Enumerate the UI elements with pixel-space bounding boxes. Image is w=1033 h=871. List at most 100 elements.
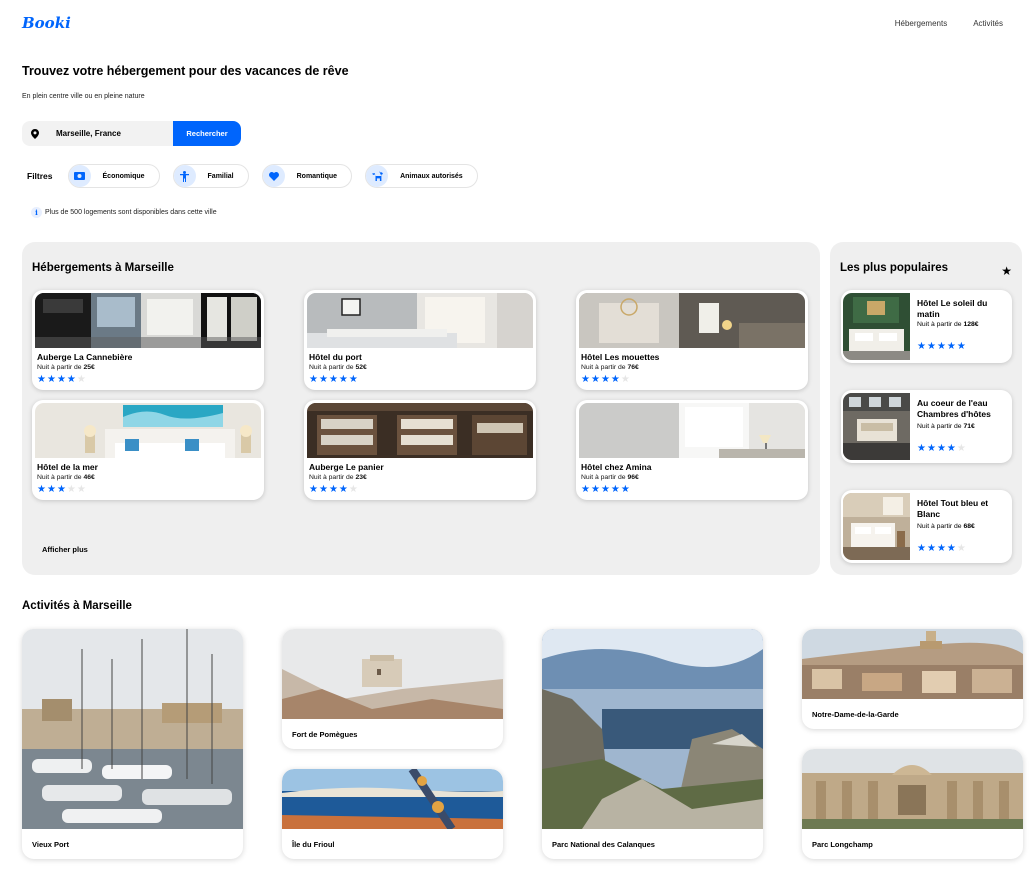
populaire-card[interactable]: Hôtel Le soleil du matin Nuit à partir d… <box>841 290 1012 363</box>
rating-stars: ★ ★ ★ ★ ★ <box>917 544 966 554</box>
populaire-photo <box>843 393 910 460</box>
hebergement-photo <box>307 403 533 458</box>
hebergement-card[interactable]: Hôtel du port Nuit à partir de 52€ ★ ★ ★ ★ ★ <box>304 290 536 390</box>
rating-stars: ★ ★ ★ ★ ★ <box>309 485 358 495</box>
hebergement-card[interactable]: Hôtel Les mouettes Nuit à partir de 76€ … <box>576 290 808 390</box>
hebergement-photo <box>579 403 805 458</box>
filter-label: Économique <box>102 172 145 180</box>
star-filled-icon: ★ <box>66 374 76 385</box>
rating-stars: ★ ★ ★ ★ ★ <box>581 375 630 385</box>
star-filled-icon: ★ <box>946 341 956 352</box>
star-filled-icon: ★ <box>610 484 620 495</box>
activite-card[interactable]: Notre-Dame-de-la-Garde <box>802 629 1023 729</box>
populaires-title: Les plus populaires <box>840 262 948 274</box>
star-filled-icon: ★ <box>936 443 946 454</box>
star-empty-icon: ★ <box>620 374 630 385</box>
star-filled-icon: ★ <box>600 374 610 385</box>
activite-photo <box>282 629 503 719</box>
hebergement-card[interactable]: Hôtel chez Amina Nuit à partir de 96€ ★ ★… <box>576 400 808 500</box>
star-filled-icon: ★ <box>946 443 956 454</box>
info-icon: i <box>31 207 42 218</box>
activite-card[interactable]: Parc National des Calanques <box>542 629 763 859</box>
star-filled-icon: ★ <box>309 374 318 385</box>
nav-link-hebergements[interactable]: Hébergements <box>895 19 947 28</box>
rating-stars: ★ ★ ★ ★ ★ <box>917 444 966 454</box>
filter-economique[interactable]: Économique <box>67 164 160 188</box>
filter-label: Familial <box>207 172 234 180</box>
activite-card[interactable]: Parc Longchamp <box>802 749 1023 859</box>
star-filled-icon: ★ <box>917 341 926 352</box>
populaire-price: Nuit à partir de 71€ <box>917 423 975 430</box>
star-empty-icon: ★ <box>66 484 76 495</box>
star-filled-icon: ★ <box>581 374 590 385</box>
filters-bar: Filtres Économique Familial Romantique A… <box>27 164 491 188</box>
star-filled-icon: ★ <box>309 484 318 495</box>
heart-icon <box>262 165 285 187</box>
populaire-price: Nuit à partir de 68€ <box>917 523 975 530</box>
activite-card[interactable]: Fort de Pomègues <box>282 629 503 749</box>
activite-card[interactable]: Vieux Port <box>22 629 243 859</box>
star-filled-icon: ★ <box>37 374 46 385</box>
star-filled-icon: ★ <box>318 484 328 495</box>
hebergements-section: Hébergements à Marseille Auberge La Cann… <box>22 242 820 575</box>
filter-romantique[interactable]: Romantique <box>261 164 353 188</box>
hebergement-card[interactable]: Hôtel de la mer Nuit à partir de 46€ ★ ★ ★… <box>32 400 264 500</box>
star-filled-icon: ★ <box>46 374 56 385</box>
info-text: Plus de 500 logements sont disponibles d… <box>45 209 217 216</box>
availability-info: i Plus de 500 logements sont disponibles… <box>31 207 217 218</box>
hebergement-card[interactable]: Auberge Le panier Nuit à partir de 23€ ★… <box>304 400 536 500</box>
star-filled-icon: ★ <box>956 341 966 352</box>
star-filled-icon: ★ <box>926 341 936 352</box>
star-empty-icon: ★ <box>348 484 358 495</box>
star-filled-icon: ★ <box>926 543 936 554</box>
hebergement-price: Nuit à partir de 76€ <box>581 364 639 371</box>
activite-name: Parc Longchamp <box>812 840 873 849</box>
star-filled-icon: ★ <box>328 374 338 385</box>
activite-photo <box>282 769 503 829</box>
star-filled-icon: ★ <box>926 443 936 454</box>
populaire-card[interactable]: Au coeur de l'eau Chambres d'hôtes Nuit … <box>841 390 1012 463</box>
hebergement-card[interactable]: Auberge La Cannebière Nuit à partir de 2… <box>32 290 264 390</box>
search-input[interactable] <box>48 121 173 146</box>
activite-card[interactable]: Île du Frioul <box>282 769 503 859</box>
activite-photo <box>802 629 1023 699</box>
search-button[interactable]: Rechercher <box>173 121 241 146</box>
hebergement-photo <box>307 293 533 348</box>
main-nav: Hébergements Activités <box>895 19 1003 28</box>
star-filled-icon: ★ <box>348 374 358 385</box>
booki-logo[interactable]: Booki <box>22 14 71 32</box>
activite-photo <box>542 629 763 829</box>
star-filled-icon: ★ <box>338 484 348 495</box>
populaire-name: Au coeur de l'eau Chambres d'hôtes <box>917 398 991 419</box>
hebergement-photo <box>35 293 261 348</box>
star-filled-icon: ★ <box>37 484 46 495</box>
star-filled-icon: ★ <box>581 484 590 495</box>
money-icon <box>68 165 91 187</box>
populaires-section: Les plus populaires ★ Hôtel Le soleil du… <box>830 242 1022 575</box>
search-bar: Rechercher <box>22 121 241 146</box>
star-icon: ★ <box>1001 264 1012 278</box>
page-subtitle: En plein centre ville ou en pleine natur… <box>22 93 145 100</box>
star-filled-icon: ★ <box>590 484 600 495</box>
filters-label: Filtres <box>27 171 53 181</box>
star-filled-icon: ★ <box>56 374 66 385</box>
hebergements-title: Hébergements à Marseille <box>32 262 174 274</box>
populaire-price: Nuit à partir de 128€ <box>917 321 979 328</box>
hebergement-name: Hôtel Les mouettes <box>581 352 660 362</box>
populaire-card[interactable]: Hôtel Tout bleu et Blanc Nuit à partir d… <box>841 490 1012 563</box>
filter-familial[interactable]: Familial <box>172 164 249 188</box>
show-more-link[interactable]: Afficher plus <box>42 545 88 554</box>
filter-label: Romantique <box>296 172 338 180</box>
rating-stars: ★ ★ ★ ★ ★ <box>917 342 966 352</box>
activite-photo <box>802 749 1023 829</box>
nav-link-activites[interactable]: Activités <box>973 19 1003 28</box>
hebergement-name: Auberge La Cannebière <box>37 352 133 362</box>
star-filled-icon: ★ <box>936 543 946 554</box>
star-empty-icon: ★ <box>956 543 966 554</box>
star-filled-icon: ★ <box>328 484 338 495</box>
rating-stars: ★ ★ ★ ★ ★ <box>309 375 358 385</box>
filter-animaux[interactable]: Animaux autorisés <box>365 164 478 188</box>
hebergement-name: Hôtel de la mer <box>37 462 98 472</box>
populaire-name: Hôtel Tout bleu et Blanc <box>917 498 989 519</box>
activites-title: Activités à Marseille <box>22 600 132 612</box>
